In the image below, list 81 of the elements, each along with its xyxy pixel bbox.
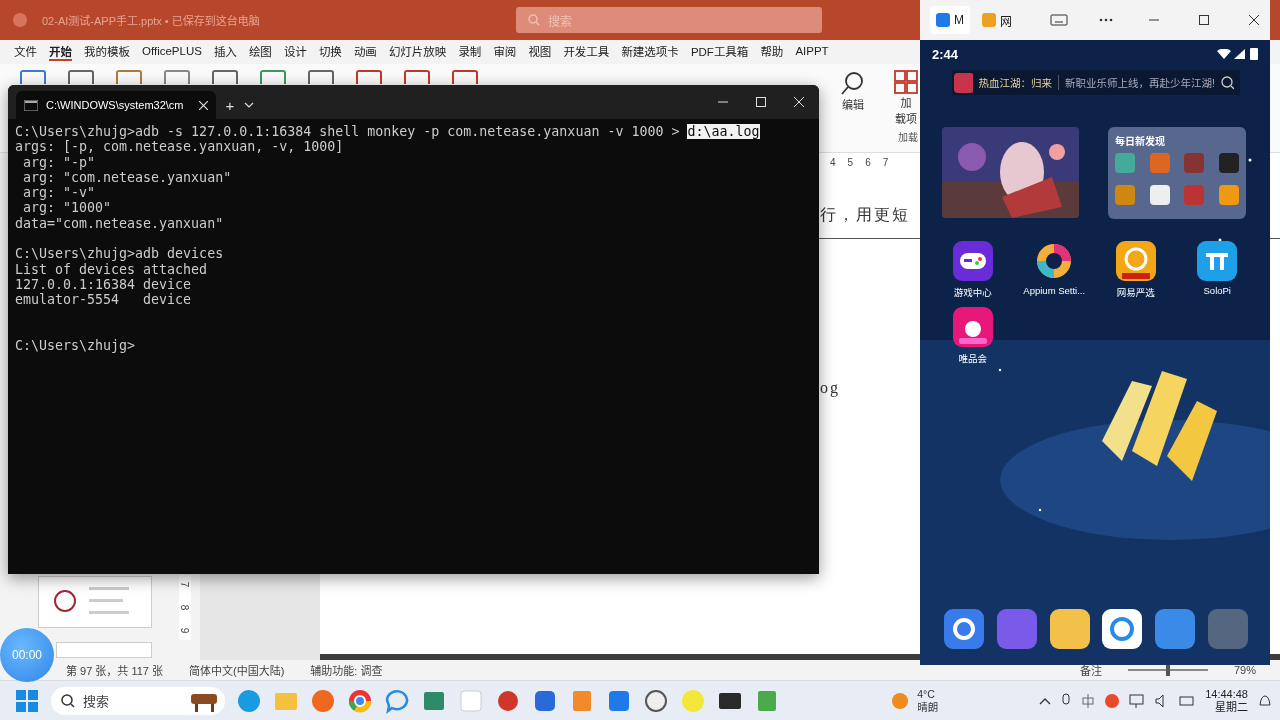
window-tab[interactable]: M — [930, 6, 970, 34]
ribbon-tab[interactable]: 开始 — [49, 43, 72, 61]
terminal-line: arg: "-p" — [22, 154, 96, 170]
terminal-line: data="com.netease.yanxuan" — [15, 215, 224, 231]
terminal-line: C:\Users\zhujg> — [15, 338, 136, 354]
notes-button[interactable]: 备注 — [1079, 662, 1102, 678]
start-icon[interactable] — [14, 687, 40, 714]
ribbon-tab[interactable]: 审阅 — [493, 43, 517, 61]
app-logo-icon — [982, 13, 996, 27]
battery-icon[interactable] — [1179, 694, 1196, 707]
ribbon-tab[interactable]: 绘图 — [248, 43, 272, 61]
terminal-tab[interactable]: C:\WINDOWS\system32\cm — [16, 91, 216, 119]
clock-day: 星期二 — [1215, 700, 1248, 714]
m-logo-icon — [936, 13, 950, 27]
ribbon-tab[interactable]: 新建选项卡 — [621, 43, 679, 61]
ribbon-tab[interactable]: 录制 — [458, 43, 482, 61]
slide-thumbnail[interactable] — [38, 576, 152, 628]
slide-text: 行，用更短 — [820, 205, 910, 225]
window-title: 02-AI测试-APP手工.pptx • 已保存到这台电脑 — [42, 14, 261, 28]
sun-icon — [891, 691, 910, 710]
ribbon-tab[interactable]: 开发工具 — [563, 43, 610, 61]
ribbon-tab[interactable]: 设计 — [283, 43, 307, 61]
ribbon-tab[interactable]: 文件 — [14, 43, 37, 61]
ruler-number: 9 — [179, 627, 191, 634]
ribbon-tab[interactable]: 切换 — [318, 43, 342, 61]
weather-condition: 晴朗 — [917, 700, 939, 714]
ribbon-tab[interactable]: OfficePLUS — [142, 45, 202, 59]
grid-icon — [894, 70, 918, 94]
zoom-percent: 79% — [1233, 664, 1256, 676]
app-logo-icon — [12, 12, 28, 28]
keyboard-icon[interactable] — [1050, 13, 1068, 27]
ribbon-tab[interactable]: PDF工具箱 — [690, 43, 749, 61]
terminal-line: args: [-p, com.netease.yanxuan, -v, 1000] — [15, 139, 344, 155]
ruler-number: 5 — [847, 156, 854, 168]
slide-count: 第 97 张，共 117 张 — [66, 664, 163, 678]
accessibility-status[interactable]: 辅助功能: 调查 — [310, 662, 383, 678]
temperature: 4°C — [917, 687, 935, 701]
ribbon-tab[interactable]: AIPPT — [795, 45, 829, 59]
taskbar-search[interactable]: 搜索 — [51, 686, 225, 715]
new-tab-button[interactable]: + — [216, 91, 244, 119]
ribbon-tab[interactable]: 动画 — [353, 43, 377, 61]
terminal-line: C:\Users\zhujg>adb devices — [15, 246, 224, 262]
terminal-line: arg: "-v" — [22, 185, 96, 201]
terminal-line: List of devices attached — [15, 261, 208, 277]
selected-text: d:\aa.log — [687, 124, 760, 139]
search-icon — [528, 14, 540, 26]
ribbon-tab[interactable]: 我的模板 — [84, 43, 130, 61]
chat-icon[interactable] — [384, 687, 410, 714]
terminal-line: C:\Users\zhujg>adb -s 127.0.0.1:16384 shell monkey -p com.netease.yanxuan -v 1000 > — [15, 124, 681, 139]
terminal-line: arg: "1000" — [22, 200, 112, 216]
group-label: 加载 — [898, 131, 918, 144]
language-label: 简体中文(中国大陆) — [189, 664, 285, 678]
ruler-number: 7 — [882, 156, 889, 168]
ribbon-tab[interactable]: 视图 — [528, 43, 552, 61]
slide-text: og — [820, 378, 840, 397]
search-icon — [840, 70, 866, 96]
clock-icon[interactable] — [643, 687, 669, 714]
network-icon[interactable] — [1129, 693, 1146, 708]
bell-icon[interactable] — [1258, 692, 1272, 709]
ribbon-tab[interactable]: 插入 — [213, 43, 237, 61]
chrome-icon[interactable] — [347, 687, 373, 714]
ruler-number: 6 — [865, 156, 871, 168]
terminal-line: 127.0.0.1:16384 device — [15, 276, 192, 292]
maximize-icon[interactable] — [1198, 14, 1210, 26]
input-method-icon[interactable] — [1081, 693, 1096, 708]
terminal-line: arg: "com.netease.yanxuan" — [22, 169, 232, 185]
slide-thumbnail[interactable] — [56, 642, 152, 658]
ribbon-tab[interactable]: 幻灯片放映 — [388, 43, 447, 61]
clock-time: 14:44:48 — [1205, 687, 1248, 701]
edit-button[interactable]: 编辑 — [840, 70, 866, 112]
close-icon[interactable] — [1248, 14, 1260, 26]
ribbon-tab[interactable]: 帮助 — [760, 43, 784, 61]
addins-button[interactable]: 加 载项 — [894, 70, 918, 126]
ruler-number: 4 — [830, 156, 836, 168]
window-tab[interactable]: 网 — [976, 6, 1018, 34]
terminal-line: emulator-5554 device — [15, 292, 192, 308]
terminal-icon — [24, 99, 38, 111]
ruler-number: 7 — [179, 581, 191, 588]
chevron-up-icon[interactable] — [1039, 696, 1052, 705]
ruler-number: 8 — [179, 604, 191, 611]
search-icon — [61, 693, 75, 708]
